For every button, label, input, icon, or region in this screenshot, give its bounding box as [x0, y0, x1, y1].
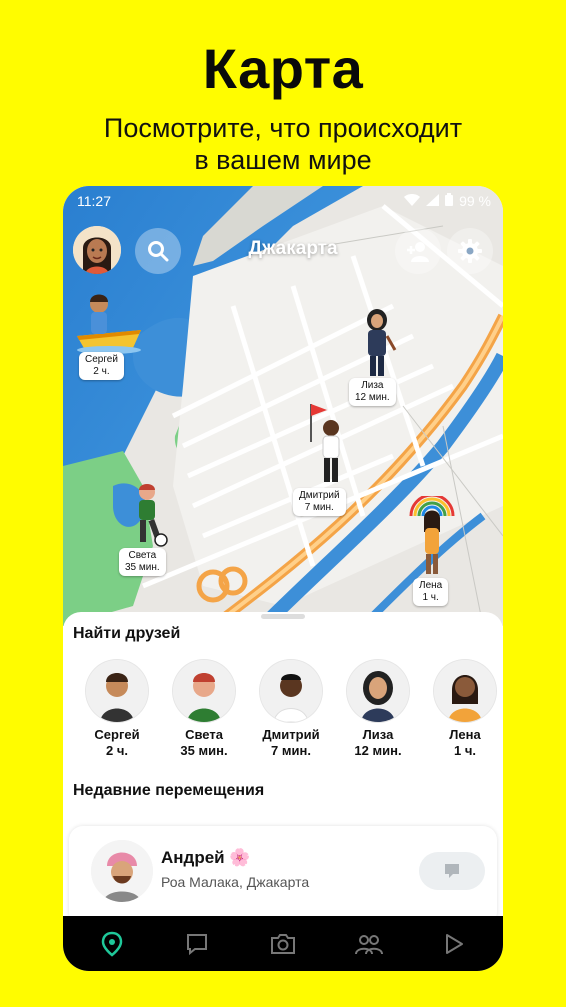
map-pin-name: Лиза — [361, 380, 384, 391]
sheet-drag-handle[interactable] — [261, 614, 305, 619]
nav-tab-camera[interactable] — [261, 922, 305, 966]
status-bar: 11:27 99 % — [63, 186, 503, 216]
friend-item[interactable]: Сергей 2 ч. — [77, 660, 157, 758]
find-friends-title: Найти друзей — [73, 625, 181, 642]
friend-time: 12 мин. — [354, 743, 402, 758]
friend-avatar — [434, 660, 496, 722]
play-icon — [446, 933, 464, 954]
hijab-avatar-icon — [367, 309, 397, 376]
friend-item[interactable]: Лиза 12 мин. — [338, 660, 418, 758]
friend-name: Дмитрий — [262, 727, 320, 742]
battery-percent: 99 % — [459, 193, 491, 209]
friend-time: 2 ч. — [105, 743, 128, 758]
nav-tab-friends[interactable] — [347, 922, 391, 966]
nav-tab-chat[interactable] — [175, 922, 219, 966]
recent-move-location: Роа Малака, Джакарта — [161, 874, 310, 890]
signal-icon — [426, 193, 440, 209]
boat-avatar-icon — [77, 294, 141, 354]
map-pin-name: Сергей — [85, 354, 118, 365]
wifi-icon — [404, 193, 421, 209]
friend-name: Лена — [449, 727, 481, 742]
map-city-title: Джакарта — [248, 238, 338, 259]
friends-row: Сергей 2 ч. Света 35 мин. Дмитрий 7 мин. — [73, 660, 496, 760]
friend-name: Сергей — [94, 727, 140, 742]
nav-tab-discover[interactable] — [432, 922, 476, 966]
friend-item[interactable]: Лена 1 ч. — [425, 660, 503, 758]
map-pin-dmitry[interactable]: Дмитрий 7 мин. — [291, 402, 361, 516]
soccer-avatar-icon — [139, 484, 168, 547]
recent-move-card[interactable]: Андрей 🌸 Роа Малака, Джакарта — [69, 826, 497, 926]
friend-avatar — [260, 660, 322, 722]
friend-time: 1 ч. — [453, 743, 476, 758]
map-pin-sveta[interactable]: Света 35 мин. — [119, 482, 189, 582]
friend-item[interactable]: Дмитрий 7 мин. — [251, 660, 331, 758]
settings-button[interactable] — [447, 228, 493, 274]
nav-tab-map[interactable] — [90, 922, 134, 966]
camera-icon — [270, 933, 295, 954]
friend-time: 35 мин. — [180, 743, 228, 758]
chat-button[interactable] — [419, 852, 485, 890]
friend-name: Лиза — [362, 727, 394, 742]
promo-subtitle: Посмотрите, что происходит в вашем мире — [0, 112, 566, 176]
map-pin-time: 7 мин. — [304, 502, 334, 513]
friend-avatar — [86, 660, 148, 722]
friend-time: 7 мин. — [271, 743, 311, 758]
map-view[interactable]: 11:27 99 % Джакарта Сергей 2 ч. Лиза 12 … — [63, 186, 503, 626]
map-top-bar: Джакарта — [73, 226, 493, 276]
avatar-icon — [73, 226, 121, 274]
bottom-sheet[interactable]: Найти друзей Сергей 2 ч. Света 35 мин. Д… — [63, 612, 503, 926]
map-pin-lena[interactable]: Лена 1 ч. — [403, 493, 463, 606]
search-icon — [148, 241, 169, 262]
recent-move-avatar — [91, 840, 153, 902]
map-pin-time: 1 ч. — [422, 592, 439, 603]
friend-item[interactable]: Света 35 мин. — [164, 660, 244, 758]
promo-title: Карта — [202, 37, 364, 100]
phone-screen: 11:27 99 % Джакарта Сергей 2 ч. Лиза 12 … — [63, 186, 503, 971]
promo-subtitle-line1: Посмотрите, что происходит — [103, 113, 463, 143]
add-friend-icon — [407, 242, 429, 262]
map-pin-name: Лена — [419, 580, 443, 591]
status-time: 11:27 — [77, 193, 111, 209]
map-pin-time: 2 ч. — [93, 366, 110, 377]
friends-icon — [354, 934, 383, 954]
map-pin-sergey[interactable]: Сергей 2 ч. — [73, 290, 145, 384]
map-pin-time: 35 мин. — [125, 562, 160, 573]
map-pin-name: Дмитрий — [299, 490, 340, 501]
rainbow-avatar-icon — [409, 493, 455, 574]
battery-icon — [445, 193, 454, 209]
profile-avatar-button[interactable] — [73, 226, 121, 274]
promo-subtitle-line2: в вашем мире — [194, 145, 372, 175]
chat-bubble-icon — [445, 864, 459, 878]
friend-avatar — [347, 660, 409, 722]
map-icon — [101, 931, 123, 957]
map-pin-name: Света — [128, 550, 157, 561]
chat-icon — [187, 933, 208, 955]
gear-icon — [458, 239, 482, 263]
map-pin-liza[interactable]: Лиза 12 мин. — [349, 308, 405, 408]
flag-avatar-icon — [310, 404, 340, 482]
search-button[interactable] — [135, 228, 181, 274]
friend-avatar — [173, 660, 235, 722]
friend-name: Света — [185, 727, 223, 742]
bottom-nav — [63, 916, 503, 971]
recent-moves-title: Недавние перемещения — [73, 782, 265, 799]
add-friend-button[interactable] — [395, 228, 441, 274]
recent-move-name: Андрей 🌸 — [161, 848, 251, 867]
